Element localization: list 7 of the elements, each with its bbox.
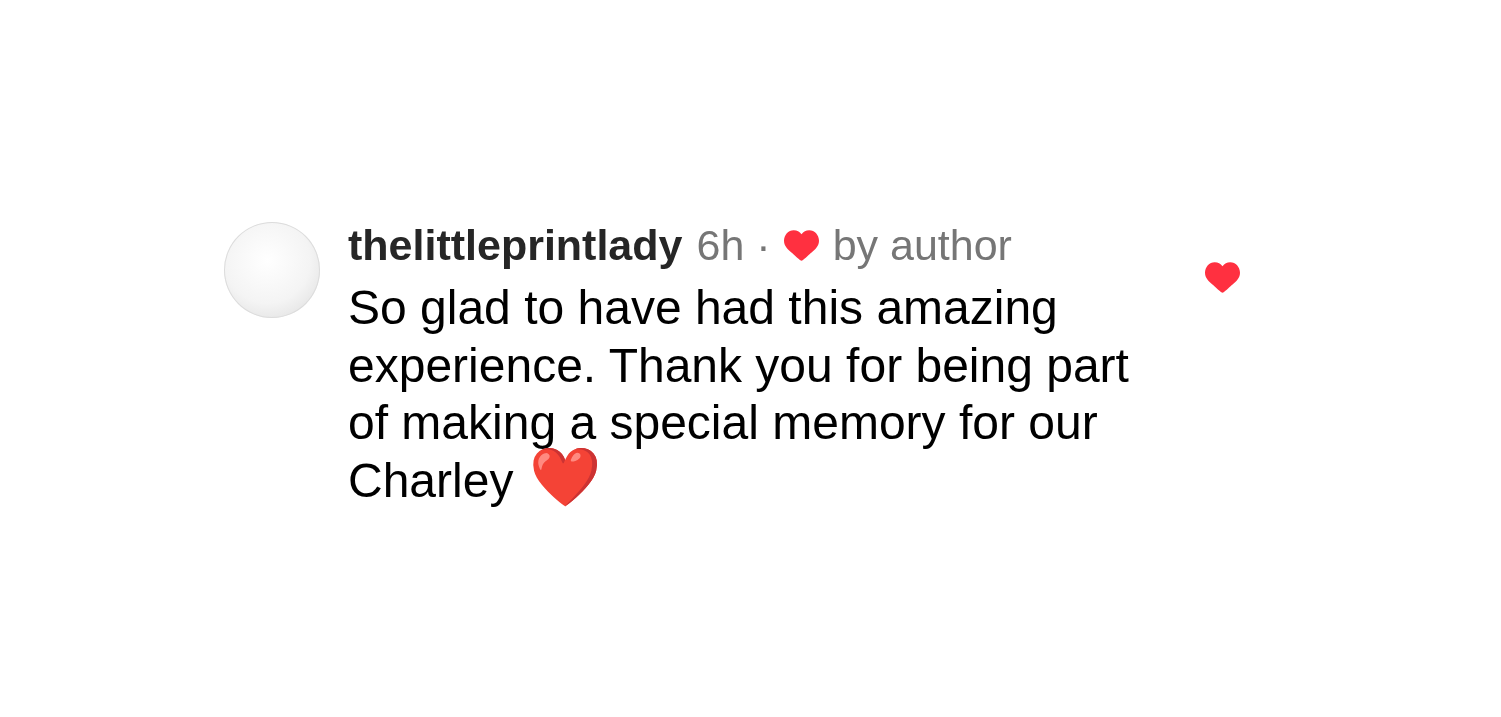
username[interactable]: thelittleprintlady [348, 220, 683, 270]
comment-text: So glad to have had this amazing experience. Thank you for being part of making a special memory for our Charley ❤ [348, 281, 1129, 507]
comment-time: 6h [696, 220, 745, 270]
separator-dot: · [756, 220, 771, 270]
like-button[interactable] [1205, 262, 1240, 293]
author-like-label: by author [832, 220, 1012, 270]
heart-icon [1205, 262, 1240, 293]
